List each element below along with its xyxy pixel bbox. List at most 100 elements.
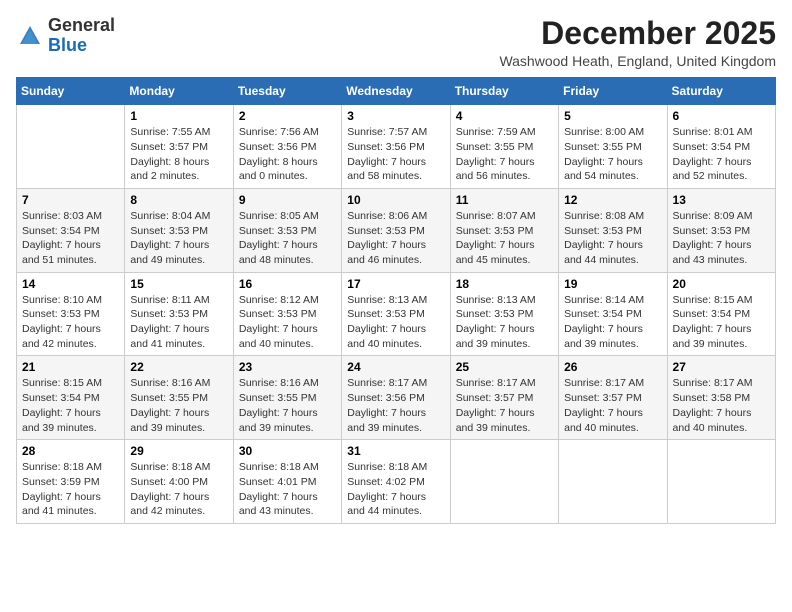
calendar-cell: 23 Sunrise: 8:16 AM Sunset: 3:55 PM Dayli… (233, 356, 341, 440)
page-header: General Blue December 2025 Washwood Heat… (16, 16, 776, 69)
day-number: 7 (22, 193, 119, 207)
calendar-day-header: Tuesday (233, 78, 341, 105)
calendar-cell: 13 Sunrise: 8:09 AM Sunset: 3:53 PM Dayli… (667, 188, 775, 272)
calendar-cell: 7 Sunrise: 8:03 AM Sunset: 3:54 PM Daylig… (17, 188, 125, 272)
day-info: Sunrise: 8:12 AM Sunset: 3:53 PM Dayligh… (239, 293, 336, 352)
day-number: 12 (564, 193, 661, 207)
day-number: 4 (456, 109, 553, 123)
calendar-cell: 9 Sunrise: 8:05 AM Sunset: 3:53 PM Daylig… (233, 188, 341, 272)
day-info: Sunrise: 8:05 AM Sunset: 3:53 PM Dayligh… (239, 209, 336, 268)
logo-text: General Blue (48, 16, 115, 56)
calendar-cell: 28 Sunrise: 8:18 AM Sunset: 3:59 PM Dayli… (17, 440, 125, 524)
calendar-cell: 17Sunrise: 8:13 AM Sunset: 3:53 PM Dayli… (342, 272, 450, 356)
calendar-cell: 8 Sunrise: 8:04 AM Sunset: 3:53 PM Daylig… (125, 188, 233, 272)
calendar-day-header: Thursday (450, 78, 558, 105)
calendar-cell: 20 Sunrise: 8:15 AM Sunset: 3:54 PM Dayli… (667, 272, 775, 356)
day-number: 2 (239, 109, 336, 123)
calendar-cell: 22 Sunrise: 8:16 AM Sunset: 3:55 PM Dayli… (125, 356, 233, 440)
day-info: Sunrise: 8:13 AM Sunset: 3:53 PM Dayligh… (456, 293, 553, 352)
calendar-cell (450, 440, 558, 524)
day-info: Sunrise: 8:17 AM Sunset: 3:56 PM Dayligh… (347, 376, 444, 435)
logo-general: General (48, 15, 115, 35)
day-info: Sunrise: 7:57 AM Sunset: 3:56 PM Dayligh… (347, 125, 444, 184)
logo-blue: Blue (48, 35, 87, 55)
day-number: 10 (347, 193, 444, 207)
day-number: 8 (130, 193, 227, 207)
day-info: Sunrise: 8:16 AM Sunset: 3:55 PM Dayligh… (130, 376, 227, 435)
day-number: 3 (347, 109, 444, 123)
day-number: 5 (564, 109, 661, 123)
day-number: 18 (456, 277, 553, 291)
day-number: 15 (130, 277, 227, 291)
calendar-day-header: Sunday (17, 78, 125, 105)
day-number: 1 (130, 109, 227, 123)
day-info: Sunrise: 7:55 AM Sunset: 3:57 PM Dayligh… (130, 125, 227, 184)
calendar-cell: 29 Sunrise: 8:18 AM Sunset: 4:00 PM Dayli… (125, 440, 233, 524)
day-number: 16 (239, 277, 336, 291)
calendar-cell (17, 105, 125, 189)
day-info: Sunrise: 8:18 AM Sunset: 4:00 PM Dayligh… (130, 460, 227, 519)
day-info: Sunrise: 8:07 AM Sunset: 3:53 PM Dayligh… (456, 209, 553, 268)
day-info: Sunrise: 8:04 AM Sunset: 3:53 PM Dayligh… (130, 209, 227, 268)
location: Washwood Heath, England, United Kingdom (499, 53, 776, 69)
calendar-week-row: 28 Sunrise: 8:18 AM Sunset: 3:59 PM Dayli… (17, 440, 776, 524)
calendar-cell: 31 Sunrise: 8:18 AM Sunset: 4:02 PM Dayli… (342, 440, 450, 524)
day-number: 20 (673, 277, 770, 291)
day-number: 29 (130, 444, 227, 458)
day-info: Sunrise: 8:18 AM Sunset: 4:01 PM Dayligh… (239, 460, 336, 519)
calendar-cell: 12Sunrise: 8:08 AM Sunset: 3:53 PM Dayli… (559, 188, 667, 272)
calendar-cell: 16 Sunrise: 8:12 AM Sunset: 3:53 PM Dayli… (233, 272, 341, 356)
day-info: Sunrise: 8:16 AM Sunset: 3:55 PM Dayligh… (239, 376, 336, 435)
day-number: 14 (22, 277, 119, 291)
calendar-cell: 19Sunrise: 8:14 AM Sunset: 3:54 PM Dayli… (559, 272, 667, 356)
calendar-day-header: Friday (559, 78, 667, 105)
day-info: Sunrise: 8:15 AM Sunset: 3:54 PM Dayligh… (22, 376, 119, 435)
calendar-cell: 25Sunrise: 8:17 AM Sunset: 3:57 PM Dayli… (450, 356, 558, 440)
day-info: Sunrise: 8:13 AM Sunset: 3:53 PM Dayligh… (347, 293, 444, 352)
day-info: Sunrise: 8:03 AM Sunset: 3:54 PM Dayligh… (22, 209, 119, 268)
calendar-week-row: 7 Sunrise: 8:03 AM Sunset: 3:54 PM Daylig… (17, 188, 776, 272)
day-info: Sunrise: 8:00 AM Sunset: 3:55 PM Dayligh… (564, 125, 661, 184)
calendar-week-row: 14Sunrise: 8:10 AM Sunset: 3:53 PM Dayli… (17, 272, 776, 356)
calendar-cell: 27Sunrise: 8:17 AM Sunset: 3:58 PM Dayli… (667, 356, 775, 440)
calendar-day-header: Monday (125, 78, 233, 105)
calendar-cell: 4 Sunrise: 7:59 AM Sunset: 3:55 PM Daylig… (450, 105, 558, 189)
calendar-day-header: Saturday (667, 78, 775, 105)
calendar-cell: 30 Sunrise: 8:18 AM Sunset: 4:01 PM Dayli… (233, 440, 341, 524)
calendar-week-row: 1 Sunrise: 7:55 AM Sunset: 3:57 PM Daylig… (17, 105, 776, 189)
calendar-cell: 1 Sunrise: 7:55 AM Sunset: 3:57 PM Daylig… (125, 105, 233, 189)
calendar-cell: 26Sunrise: 8:17 AM Sunset: 3:57 PM Dayli… (559, 356, 667, 440)
logo-icon (16, 22, 44, 50)
calendar-cell: 14Sunrise: 8:10 AM Sunset: 3:53 PM Dayli… (17, 272, 125, 356)
day-number: 6 (673, 109, 770, 123)
calendar-table: SundayMondayTuesdayWednesdayThursdayFrid… (16, 77, 776, 524)
day-number: 31 (347, 444, 444, 458)
calendar-cell: 3 Sunrise: 7:57 AM Sunset: 3:56 PM Daylig… (342, 105, 450, 189)
calendar-cell: 18 Sunrise: 8:13 AM Sunset: 3:53 PM Dayli… (450, 272, 558, 356)
day-number: 13 (673, 193, 770, 207)
day-number: 27 (673, 360, 770, 374)
day-info: Sunrise: 8:18 AM Sunset: 4:02 PM Dayligh… (347, 460, 444, 519)
day-number: 23 (239, 360, 336, 374)
calendar-cell: 10Sunrise: 8:06 AM Sunset: 3:53 PM Dayli… (342, 188, 450, 272)
day-info: Sunrise: 8:09 AM Sunset: 3:53 PM Dayligh… (673, 209, 770, 268)
calendar-cell: 2Sunrise: 7:56 AM Sunset: 3:56 PM Daylig… (233, 105, 341, 189)
calendar-cell: 6Sunrise: 8:01 AM Sunset: 3:54 PM Daylig… (667, 105, 775, 189)
day-number: 19 (564, 277, 661, 291)
day-info: Sunrise: 8:18 AM Sunset: 3:59 PM Dayligh… (22, 460, 119, 519)
day-number: 26 (564, 360, 661, 374)
day-number: 21 (22, 360, 119, 374)
day-info: Sunrise: 7:59 AM Sunset: 3:55 PM Dayligh… (456, 125, 553, 184)
day-number: 24 (347, 360, 444, 374)
calendar-week-row: 21 Sunrise: 8:15 AM Sunset: 3:54 PM Dayli… (17, 356, 776, 440)
day-number: 9 (239, 193, 336, 207)
day-number: 11 (456, 193, 553, 207)
calendar-header-row: SundayMondayTuesdayWednesdayThursdayFrid… (17, 78, 776, 105)
day-number: 22 (130, 360, 227, 374)
month-year: December 2025 (499, 16, 776, 51)
day-number: 28 (22, 444, 119, 458)
day-number: 30 (239, 444, 336, 458)
day-info: Sunrise: 8:15 AM Sunset: 3:54 PM Dayligh… (673, 293, 770, 352)
calendar-day-header: Wednesday (342, 78, 450, 105)
calendar-cell: 5 Sunrise: 8:00 AM Sunset: 3:55 PM Daylig… (559, 105, 667, 189)
